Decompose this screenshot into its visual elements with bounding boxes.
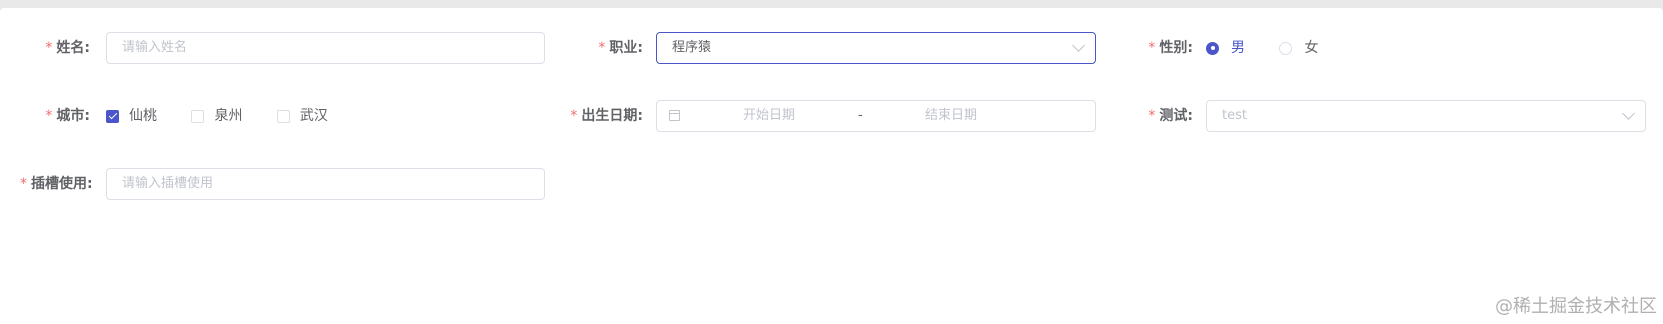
form-card: * 姓名: 请输入姓名 * 职业: 程序猿 * 性别: 男 女 * 城市: 仙桃… [0,8,1663,324]
checkbox-wuhan[interactable]: 武汉 [276,100,328,132]
checkbox-xiantao[interactable]: 仙桃 [106,100,157,132]
radio-circle-icon [1206,41,1219,55]
birth-label: * 出生日期: [570,108,643,124]
checkbox-icon [191,109,205,123]
test-select[interactable]: test [1206,100,1646,132]
checkbox-icon [276,109,290,123]
end-date-input[interactable]: 结束日期 [925,101,977,131]
slot-label: * 插槽使用: [20,176,93,192]
radio-male[interactable]: 男 [1206,32,1245,64]
radio-circle-icon [1279,41,1293,55]
checkbox-icon [106,109,119,123]
radio-female[interactable]: 女 [1279,32,1318,64]
job-label: * 职业: [598,40,643,56]
city-checkbox-group: 仙桃 泉州 武汉 [106,100,358,132]
name-label: * 姓名: [45,40,90,56]
date-separator: - [858,108,863,123]
chevron-down-icon [1072,39,1085,52]
checkbox-quanzhou[interactable]: 泉州 [191,100,242,132]
start-date-input[interactable]: 开始日期 [743,101,795,131]
name-input[interactable]: 请输入姓名 [106,32,545,64]
gender-radio-group: 男 女 [1206,32,1348,64]
watermark: @稀土掘金技术社区 [1495,296,1657,317]
chevron-down-icon [1622,107,1635,120]
job-select[interactable]: 程序猿 [656,32,1096,64]
slot-input[interactable]: 请输入插槽使用 [106,168,545,200]
gender-label: * 性别: [1148,40,1193,56]
test-label: * 测试: [1148,108,1193,124]
calendar-icon [669,110,680,121]
city-label: * 城市: [45,108,90,124]
birth-date-range[interactable]: 开始日期 - 结束日期 [656,100,1096,132]
